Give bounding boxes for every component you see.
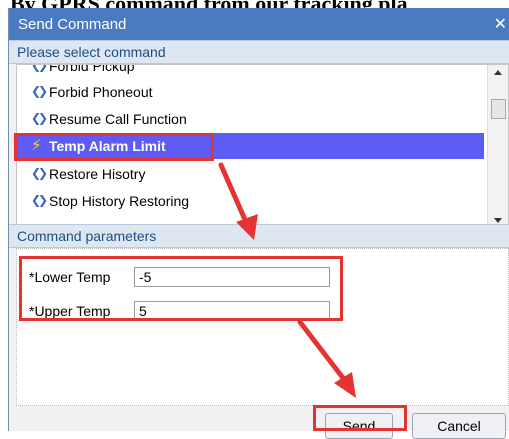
command-label: Stop History Restoring [49, 193, 190, 209]
command-label: Resume Call Function [49, 111, 187, 127]
close-icon[interactable]: ✕ [494, 14, 507, 34]
command-parameters-label: Command parameters [17, 228, 157, 244]
scroll-up-arrow-icon[interactable] [494, 70, 502, 75]
dialog-title: Send Command [18, 16, 127, 33]
command-list[interactable]: ❮❯ Forbid Pickup ❮❯ Forbid Phoneout ❮❯ R… [16, 64, 509, 230]
scroll-down-arrow-icon[interactable] [494, 218, 502, 223]
double-arrow-icon: ❮❯ [31, 84, 48, 98]
send-button[interactable]: Send [325, 413, 393, 439]
command-parameters-header: Command parameters [9, 224, 509, 248]
command-label: Restore Hisotry [49, 166, 146, 182]
double-arrow-icon: ❮❯ [31, 64, 48, 72]
double-arrow-icon: ❮❯ [31, 111, 48, 125]
double-arrow-icon: ❮❯ [31, 166, 48, 180]
parameters-panel: *Lower Temp *Upper Temp [16, 248, 509, 406]
command-label: Temp Alarm Limit [49, 138, 166, 154]
lower-temp-input[interactable] [134, 267, 330, 287]
scroll-thumb[interactable] [491, 99, 506, 119]
command-label: Forbid Phoneout [49, 84, 153, 100]
list-item-resume-call-function[interactable]: ❮❯ Resume Call Function [17, 106, 484, 132]
lower-temp-label: *Lower Temp [29, 269, 111, 285]
list-item-partial[interactable]: ❮❯ Forbid Pickup [17, 64, 484, 79]
send-command-dialog: Send Command ✕ Please select command ❮❯ … [8, 8, 509, 439]
list-item-stop-history-restoring[interactable]: ❮❯ Stop History Restoring [17, 188, 484, 214]
list-item-restore-history[interactable]: ❮❯ Restore Hisotry [17, 161, 484, 187]
double-arrow-icon: ❮❯ [31, 193, 48, 207]
scrollbar[interactable] [487, 65, 508, 229]
select-command-label: Please select command [17, 44, 166, 60]
lightning-bolt-icon: ⚡ [31, 137, 42, 154]
command-label: Forbid Pickup [49, 64, 135, 74]
list-item-forbid-phoneout[interactable]: ❮❯ Forbid Phoneout [17, 79, 484, 105]
dialog-titlebar: Send Command ✕ [9, 8, 509, 40]
upper-temp-label: *Upper Temp [29, 303, 111, 319]
select-command-header: Please select command [9, 40, 509, 64]
upper-temp-input[interactable] [134, 301, 330, 321]
cancel-button[interactable]: Cancel [412, 413, 506, 439]
list-item-temp-alarm-limit[interactable]: ⚡ Temp Alarm Limit [17, 133, 484, 159]
